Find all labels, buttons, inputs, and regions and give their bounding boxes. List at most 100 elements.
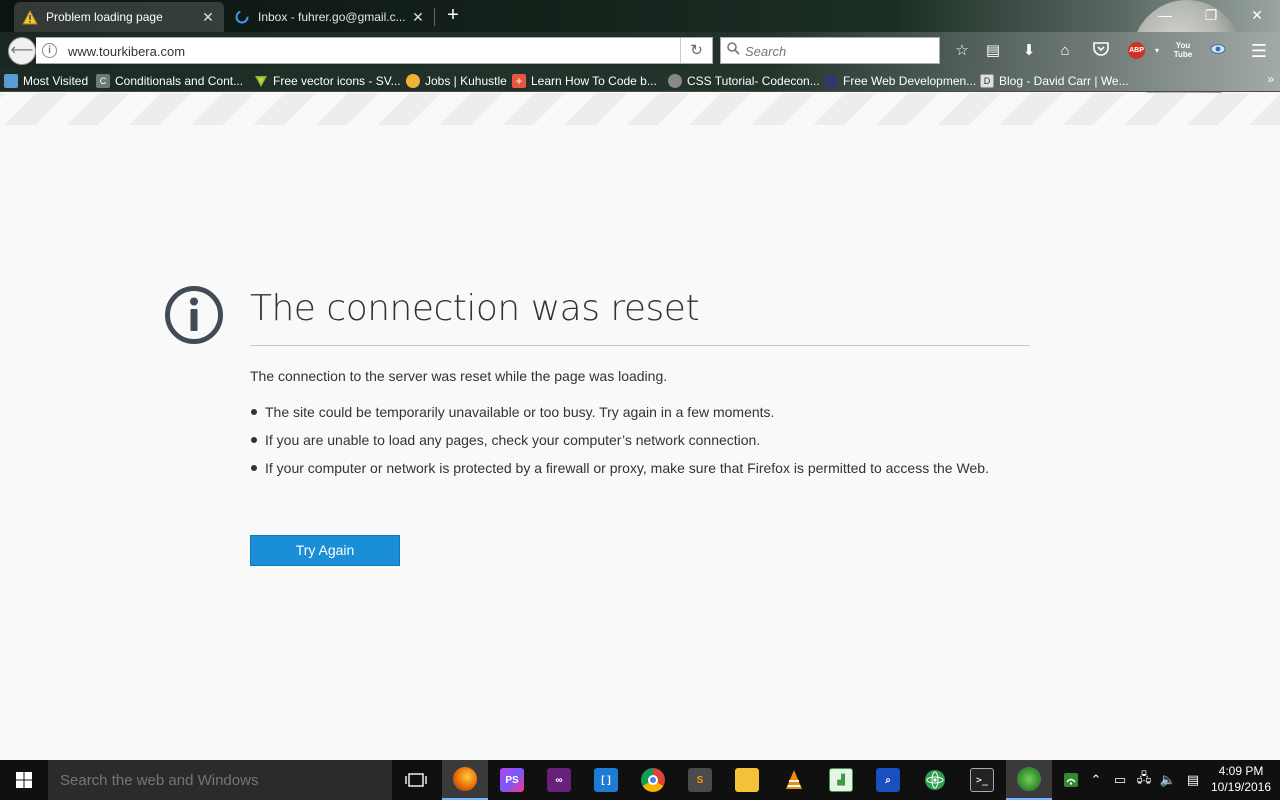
try-again-button[interactable]: Try Again <box>250 535 400 566</box>
task-view-icon <box>405 773 427 787</box>
taskbar-app-visual-studio[interactable]: ∞ <box>536 760 582 800</box>
chrome-icon <box>641 768 665 792</box>
bookmark-free-web-development[interactable]: Free Web Developmen... <box>824 72 976 89</box>
search-icon <box>727 42 740 58</box>
bookmark-most-visited[interactable]: Most Visited <box>4 72 88 89</box>
taskbar-search[interactable] <box>48 760 392 800</box>
warning-icon <box>22 9 38 25</box>
bookmark-label: CSS Tutorial- Codecon... <box>687 73 820 88</box>
search-input[interactable] <box>745 42 930 60</box>
tab-inbox[interactable]: Inbox - fuhrer.go@gmail.c... ✕ <box>226 2 434 32</box>
firefox-icon <box>453 767 477 791</box>
bookmark-label: Free vector icons - SV... <box>273 73 401 88</box>
bookmark-learn-how-to-code[interactable]: + Learn How To Code b... <box>512 72 657 89</box>
notification-icon[interactable]: ▤ <box>1182 760 1204 800</box>
star-icon[interactable]: ☆ <box>951 41 973 61</box>
flaticon-icon <box>254 74 268 88</box>
taskbar-app-file-explorer[interactable] <box>724 760 770 800</box>
reading-list-icon[interactable]: ▤ <box>982 41 1004 61</box>
close-icon[interactable]: ✕ <box>200 9 216 25</box>
youtube-icon[interactable]: You Tube <box>1172 41 1194 61</box>
dropdown-arrow-icon[interactable]: ▾ <box>1146 41 1168 61</box>
bookmark-blog-david-carr[interactable]: D Blog - David Carr | We... <box>980 72 1129 89</box>
browser-titlebar: Problem loading page ✕ Inbox - fuhrer.go… <box>0 0 1280 110</box>
windows-taskbar: PS ∞ [ ] S ▟ ⌕ >_ ⌃ ▭ 🖧 🔈 ▤ 4:09 PM <box>0 760 1280 800</box>
bookmark-kuhustle[interactable]: Jobs | Kuhustle <box>406 72 507 89</box>
navigation-toolbar: i www.tourkibera.com ↻ ⟵ ☆ ▤ ⬇ ⌂ ABP ▾ Y… <box>0 32 1280 68</box>
taskbar-app-chart[interactable]: ▟ <box>818 760 864 800</box>
taskbar-app-vlc[interactable] <box>771 760 817 800</box>
bookmark-label: Most Visited <box>23 73 89 88</box>
sublime-icon: S <box>688 768 712 792</box>
error-page-stripes <box>0 93 1280 125</box>
kuhustle-icon <box>406 73 420 88</box>
back-button[interactable]: ⟵ <box>8 37 36 65</box>
taskbar-search-input[interactable] <box>60 770 380 790</box>
taskbar-app-sublime[interactable]: S <box>677 760 723 800</box>
atom-icon <box>925 770 945 790</box>
bookmark-free-vector-icons[interactable]: Free vector icons - SV... <box>254 72 401 89</box>
taskbar-app-firefox[interactable] <box>442 760 488 800</box>
start-button[interactable] <box>0 760 48 800</box>
windows-logo-icon <box>16 772 32 788</box>
url-text[interactable]: www.tourkibera.com <box>68 44 185 59</box>
download-icon[interactable]: ⬇ <box>1018 41 1040 61</box>
owl-icon <box>824 73 838 88</box>
minimize-button[interactable]: — <box>1150 4 1180 26</box>
taskbar-app-phpstorm[interactable]: PS <box>489 760 535 800</box>
taskbar-app-brackets[interactable]: [ ] <box>583 760 629 800</box>
clock-date: 10/19/2016 <box>1210 780 1272 794</box>
reload-icon[interactable]: ↻ <box>680 38 712 63</box>
network-icon[interactable]: 🖧 <box>1133 760 1155 800</box>
taskbar-clock[interactable]: 4:09 PM 10/19/2016 <box>1206 763 1276 795</box>
bookmark-label: Blog - David Carr | We... <box>999 73 1129 88</box>
phpstorm-icon: PS <box>500 768 524 792</box>
bookmark-label: Conditionals and Cont... <box>115 73 244 88</box>
error-title: The connection was reset <box>250 288 700 329</box>
close-icon[interactable]: ✕ <box>410 9 426 25</box>
chart-app-icon: ▟ <box>829 768 853 792</box>
wifi-icon[interactable] <box>1060 760 1082 800</box>
page-icon: D <box>980 73 994 88</box>
adblock-plus-icon[interactable]: ABP <box>1128 42 1145 59</box>
taskbar-app-search-tool[interactable]: ⌕ <box>865 760 911 800</box>
restore-button[interactable]: ❐ <box>1196 4 1226 26</box>
tab-title: Problem loading page <box>46 10 163 24</box>
list-item: The site could be temporarily unavailabl… <box>250 402 1030 423</box>
menu-icon[interactable]: ☰ <box>1248 41 1270 61</box>
volume-icon[interactable]: 🔈 <box>1157 760 1179 800</box>
taskbar-app-atom[interactable] <box>912 760 958 800</box>
taskbar-app-network[interactable] <box>1006 760 1052 800</box>
bookmark-css-tutorial[interactable]: CSS Tutorial- Codecon... <box>668 72 820 89</box>
folder-icon <box>735 768 759 792</box>
pocket-icon[interactable] <box>1090 41 1112 61</box>
title-divider <box>250 345 1030 346</box>
vlc-icon <box>786 770 802 789</box>
search-bar[interactable] <box>720 37 940 64</box>
url-bar[interactable]: i www.tourkibera.com ↻ <box>36 37 713 64</box>
info-icon[interactable]: i <box>42 43 57 58</box>
battery-icon[interactable]: ▭ <box>1109 760 1131 800</box>
taskbar-app-chrome[interactable] <box>630 760 676 800</box>
taskbar-app-terminal[interactable]: >_ <box>959 760 1005 800</box>
bookmark-label: Free Web Developmen... <box>843 73 977 88</box>
home-icon[interactable]: ⌂ <box>1054 41 1076 61</box>
bookmark-label: Learn How To Code b... <box>531 73 657 88</box>
bookmarks-overflow-icon[interactable]: » <box>1267 72 1274 86</box>
close-window-button[interactable]: ✕ <box>1242 4 1272 26</box>
search-app-icon: ⌕ <box>876 768 900 792</box>
youtube-label: Tube <box>1173 50 1193 59</box>
bookmark-conditionals[interactable]: C Conditionals and Cont... <box>96 72 243 89</box>
loading-spinner-icon <box>234 9 250 25</box>
tab-problem-loading[interactable]: Problem loading page ✕ <box>14 2 224 32</box>
brackets-icon: [ ] <box>594 768 618 792</box>
new-tab-button[interactable]: + <box>443 5 463 25</box>
visual-studio-icon: ∞ <box>547 768 571 792</box>
error-suggestions-list: The site could be temporarily unavailabl… <box>250 402 1030 486</box>
task-view-button[interactable] <box>393 760 439 800</box>
chevron-up-icon[interactable]: ⌃ <box>1086 760 1106 800</box>
eye-icon[interactable] <box>1207 41 1229 61</box>
plus-cross-icon: + <box>512 73 526 88</box>
info-icon <box>164 285 224 345</box>
tab-separator <box>434 8 435 26</box>
